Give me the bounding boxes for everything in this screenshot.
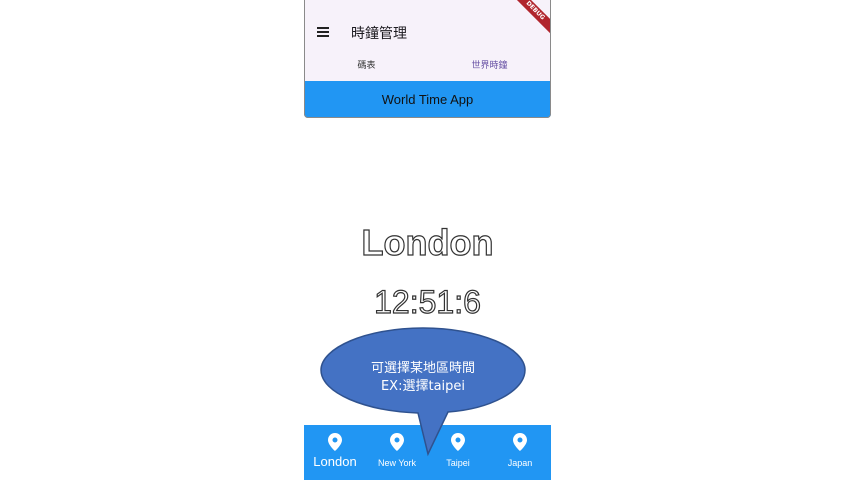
callout-line-1: 可選擇某地區時間 xyxy=(370,361,475,376)
callout-line-2: EX:選擇taipei xyxy=(380,379,466,394)
debug-banner: DEBUG xyxy=(506,0,551,40)
nav-label-taipei: Taipei xyxy=(446,458,470,468)
tab-bar: 碼表 世界時鐘 xyxy=(305,52,551,80)
nav-label-new-york: New York xyxy=(377,458,417,468)
tab-world-clock[interactable]: 世界時鐘 xyxy=(428,58,551,71)
current-time: 12:51:6 xyxy=(374,283,482,320)
world-time-banner: World Time App xyxy=(304,81,551,118)
app-bar: 時鐘管理 DEBUG 碼表 世界時鐘 xyxy=(304,0,551,81)
tab-stopwatch[interactable]: 碼表 xyxy=(305,58,428,71)
annotation-callout: 可選擇某地區時間 EX:選擇taipei xyxy=(320,327,526,457)
city-name: London xyxy=(361,221,494,263)
app-title: 時鐘管理 xyxy=(351,26,407,42)
nav-label-japan: Japan xyxy=(507,458,533,468)
menu-icon[interactable] xyxy=(317,27,329,37)
